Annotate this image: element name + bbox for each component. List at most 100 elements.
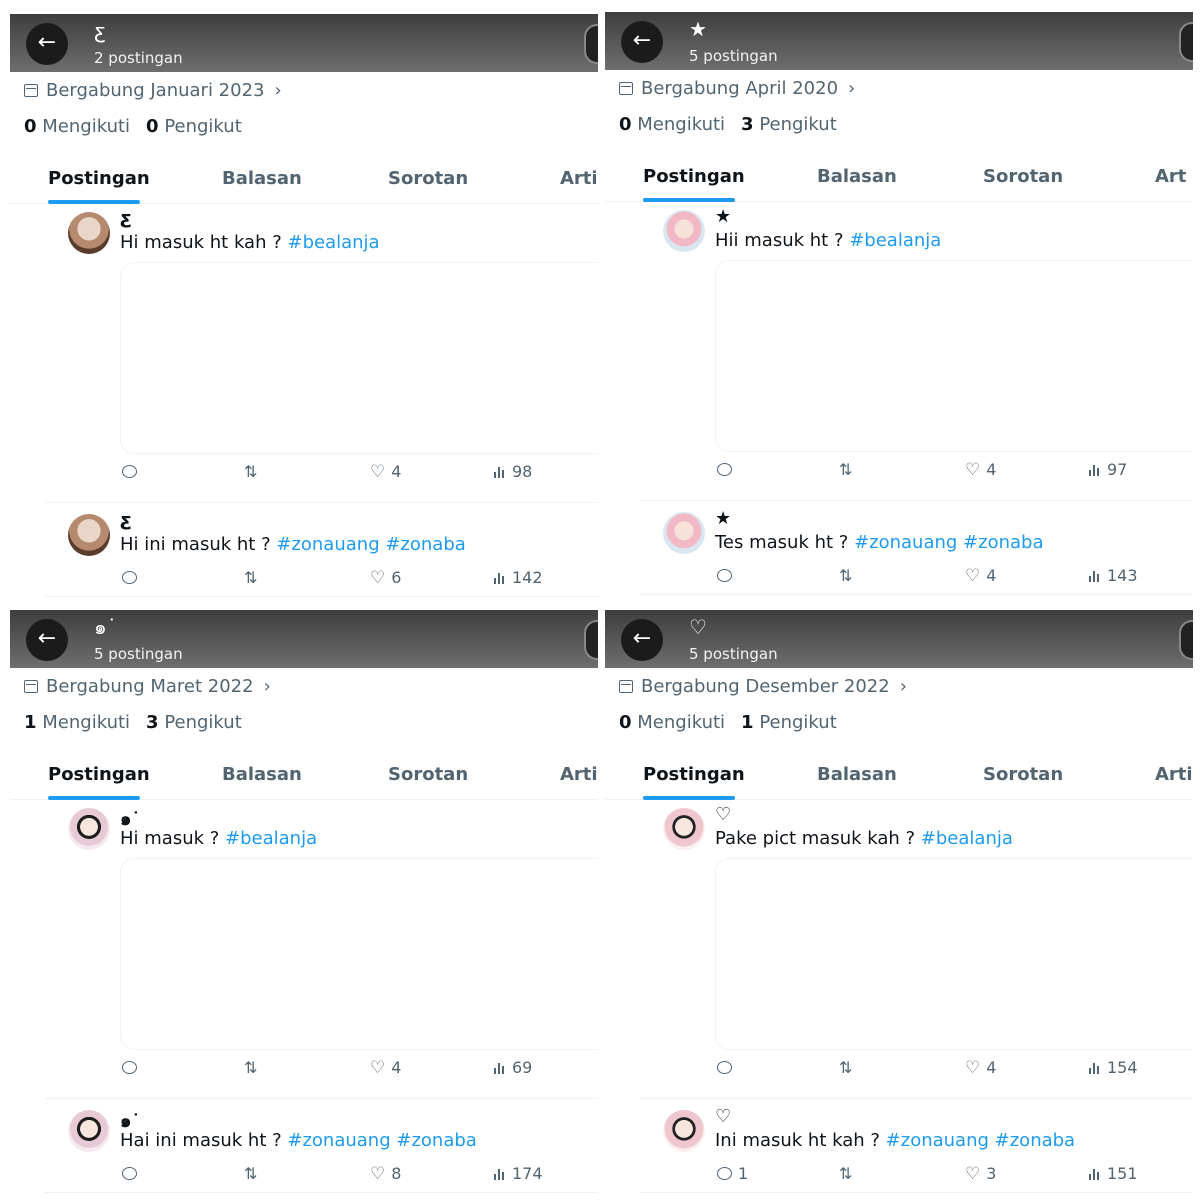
retweet-button[interactable]: ⇅ [244,462,263,481]
avatar[interactable] [68,212,110,254]
avatar[interactable] [663,210,705,252]
reply-button[interactable] [717,1058,738,1077]
following-link[interactable]: 1 Mengikuti [24,712,130,733]
views-button[interactable]: 142 [494,568,543,588]
followers-link[interactable]: 3 Pengikut [741,114,837,135]
hashtag-link[interactable]: #bealanja [921,828,1013,849]
tab-balasan[interactable]: Balasan [222,168,302,189]
views-button[interactable]: 143 [1089,566,1138,586]
tab-artikel[interactable]: Art [1155,166,1186,187]
avatar[interactable] [68,514,110,556]
tweet-1[interactable]: ƹ Hi masuk ht kah ? #bealanja ⇅ ♡ 4 98 [10,204,598,504]
like-button[interactable]: ♡ 6 [370,568,401,588]
tweet-author[interactable]: ƹ [120,510,132,531]
chevron-right-icon[interactable]: › [848,78,855,99]
hashtag-link[interactable]: #zonauang #zonaba [854,532,1043,553]
like-button[interactable]: ♡ 4 [370,1058,401,1078]
tweet-media[interactable] [715,858,1193,1050]
tweet-2[interactable]: ★ Tes masuk ht ? #zonauang #zonaba ⇅ ♡ 4 … [605,500,1193,596]
avatar[interactable] [68,808,110,850]
avatar[interactable] [663,808,705,850]
tab-postingan[interactable]: Postingan [48,764,150,785]
chevron-right-icon[interactable]: › [264,676,271,697]
like-button[interactable]: ♡ 3 [965,1164,996,1184]
retweet-button[interactable]: ⇅ [244,1164,263,1183]
tab-artikel[interactable]: Arti [560,168,598,189]
views-button[interactable]: 69 [494,1058,532,1078]
like-button[interactable]: ♡ 4 [370,462,401,482]
tweet-author[interactable]: ♡ [715,804,731,825]
tab-sorotan[interactable]: Sorotan [388,168,468,189]
more-button[interactable] [584,620,598,660]
views-button[interactable]: 154 [1089,1058,1138,1078]
tab-balasan[interactable]: Balasan [222,764,302,785]
tab-postingan[interactable]: Postingan [643,166,745,187]
reply-button[interactable] [122,1058,143,1077]
reply-button[interactable] [717,566,738,585]
tweet-author[interactable]: ★ [715,508,731,529]
following-link[interactable]: 0 Mengikuti [24,116,130,137]
tweet-author[interactable]: ♡ [715,1106,731,1127]
hashtag-link[interactable]: #zonauang #zonaba [287,1130,476,1151]
chevron-right-icon[interactable]: › [900,676,907,697]
more-button[interactable] [584,24,598,64]
tweet-2[interactable]: ♡ Ini masuk ht kah ? #zonauang #zonaba 1… [605,1098,1193,1194]
avatar[interactable] [663,1110,705,1152]
following-link[interactable]: 0 Mengikuti [619,712,725,733]
like-button[interactable]: ♡ 4 [965,566,996,586]
retweet-button[interactable]: ⇅ [244,568,263,587]
avatar[interactable] [68,1110,110,1152]
reply-button[interactable] [122,568,143,587]
hashtag-link[interactable]: #bealanja [849,230,941,251]
reply-button[interactable] [122,1164,143,1183]
retweet-button[interactable]: ⇅ [839,1164,858,1183]
reply-button[interactable]: 1 [717,1164,748,1183]
tab-artikel[interactable]: Artil [1155,764,1193,785]
followers-link[interactable]: 0 Pengikut [146,116,242,137]
back-arrow-icon[interactable]: ← [621,619,663,661]
tweet-media[interactable] [715,260,1193,452]
tweet-author[interactable]: ★ [715,206,731,227]
retweet-button[interactable]: ⇅ [839,1058,858,1077]
back-arrow-icon[interactable]: ← [621,21,663,63]
tab-sorotan[interactable]: Sorotan [983,166,1063,187]
hashtag-link[interactable]: #bealanja [287,232,379,253]
tweet-1[interactable]: ★ Hii masuk ht ? #bealanja ⇅ ♡ 4 97 [605,202,1193,502]
followers-link[interactable]: 1 Pengikut [741,712,837,733]
hashtag-link[interactable]: #zonauang #zonaba [886,1130,1075,1151]
tweet-media[interactable] [120,262,598,454]
retweet-button[interactable]: ⇅ [839,460,858,479]
tab-balasan[interactable]: Balasan [817,764,897,785]
views-button[interactable]: 151 [1089,1164,1138,1184]
tab-artikel[interactable]: Arti [560,764,598,785]
tab-sorotan[interactable]: Sorotan [388,764,468,785]
tab-balasan[interactable]: Balasan [817,166,897,187]
chevron-right-icon[interactable]: › [274,80,281,101]
more-button[interactable] [1179,620,1193,660]
tab-postingan[interactable]: Postingan [643,764,745,785]
tab-sorotan[interactable]: Sorotan [983,764,1063,785]
like-button[interactable]: ♡ 4 [965,1058,996,1078]
tweet-1[interactable]: ๑˙ Hi masuk ? #bealanja ⇅ ♡ 4 69 [10,800,598,1100]
back-arrow-icon[interactable]: ← [26,619,68,661]
reply-button[interactable] [122,462,143,481]
views-button[interactable]: 174 [494,1164,543,1184]
hashtag-link[interactable]: #zonauang #zonaba [276,534,465,555]
views-button[interactable]: 97 [1089,460,1127,480]
tweet-1[interactable]: ♡ Pake pict masuk kah ? #bealanja ⇅ ♡ 4 1… [605,800,1193,1100]
followers-link[interactable]: 3 Pengikut [146,712,242,733]
like-button[interactable]: ♡ 8 [370,1164,401,1184]
reply-button[interactable] [717,460,738,479]
tweet-2[interactable]: ๑˙ Hai ini masuk ht ? #zonauang #zonaba … [10,1098,598,1194]
views-button[interactable]: 98 [494,462,532,482]
following-link[interactable]: 0 Mengikuti [619,114,725,135]
hashtag-link[interactable]: #bealanja [225,828,317,849]
tab-postingan[interactable]: Postingan [48,168,150,189]
tweet-media[interactable] [120,858,598,1050]
retweet-button[interactable]: ⇅ [244,1058,263,1077]
tweet-author[interactable]: ƹ [120,208,132,229]
like-button[interactable]: ♡ 4 [965,460,996,480]
more-button[interactable] [1179,22,1193,62]
back-arrow-icon[interactable]: ← [26,23,68,65]
retweet-button[interactable]: ⇅ [839,566,858,585]
